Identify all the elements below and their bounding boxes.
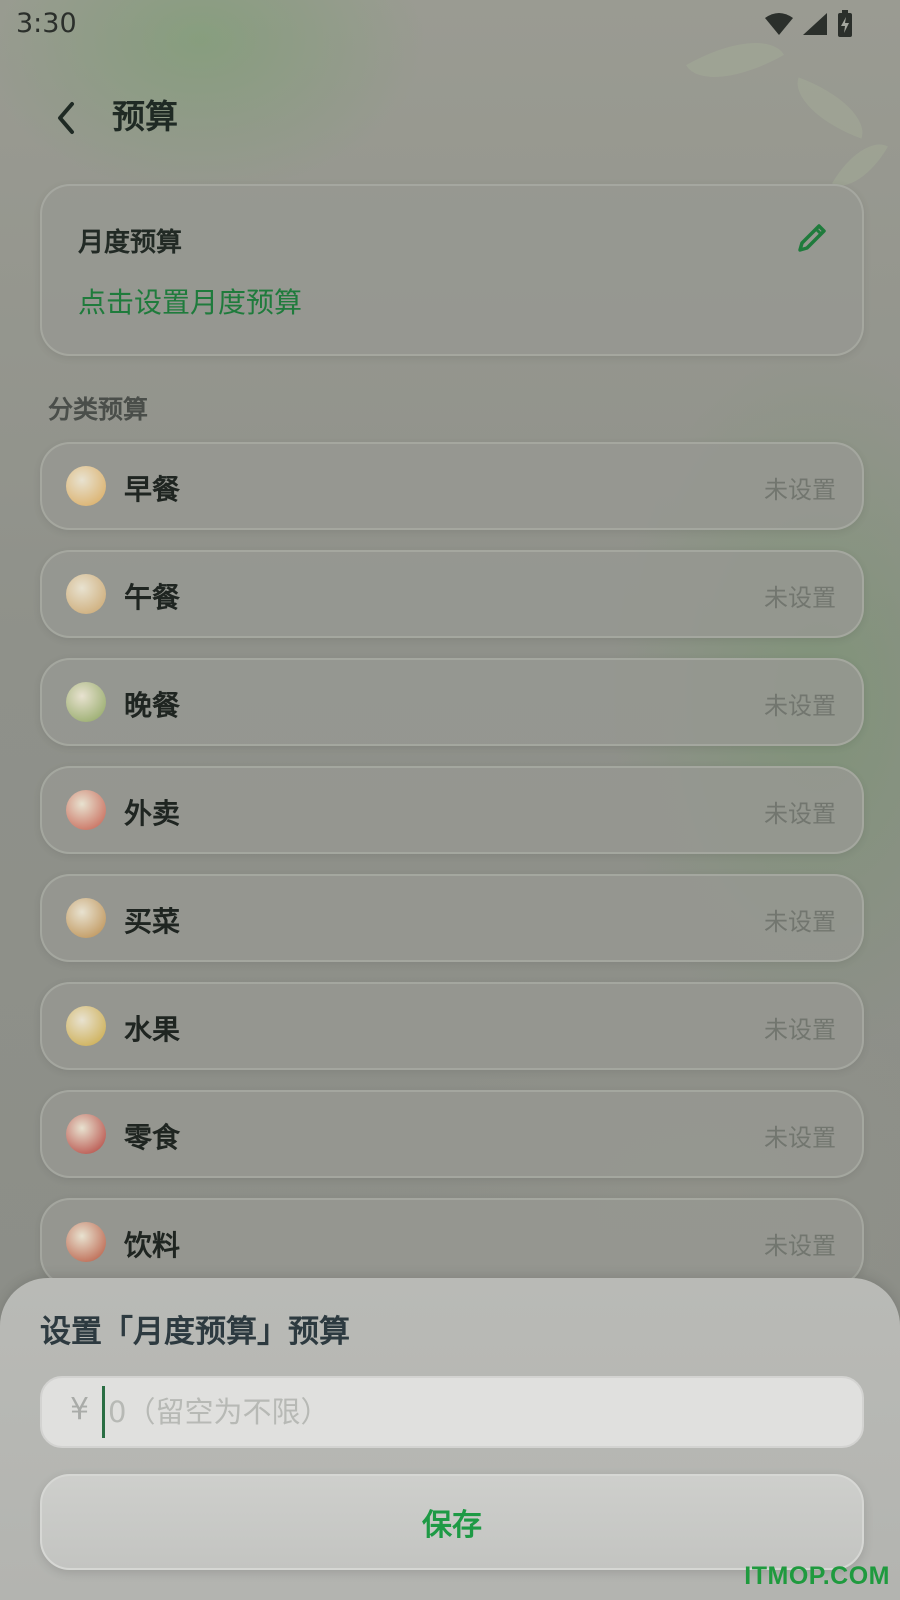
category-row[interactable]: 外卖 未设置 [40,766,864,854]
category-name: 午餐 [124,581,181,614]
category-status: 未设置 [764,800,836,828]
category-status: 未设置 [764,692,836,720]
category-name: 外卖 [124,797,181,830]
monthly-budget-title: 月度预算 [78,228,183,258]
drink-icon [66,1222,106,1262]
category-name: 饮料 [124,1229,181,1262]
chevron-left-icon [58,102,74,134]
groceries-icon [66,898,106,938]
status-bar: 3:30 [0,0,900,50]
status-time: 3:30 [16,8,77,39]
category-row[interactable]: 零食 未设置 [40,1090,864,1178]
category-status: 未设置 [764,1124,836,1152]
category-status: 未设置 [764,476,836,504]
currency-symbol: ¥ [70,1392,90,1427]
breakfast-icon [66,466,106,506]
category-status: 未设置 [764,1016,836,1044]
back-button[interactable] [46,90,86,140]
category-row[interactable]: 饮料 未设置 [40,1198,864,1286]
amount-field[interactable]: ¥ [40,1376,864,1448]
save-button[interactable]: 保存 [40,1474,864,1570]
category-row[interactable]: 水果 未设置 [40,982,864,1070]
category-name: 早餐 [124,473,181,506]
app-header: 预算 [0,80,900,150]
category-row[interactable]: 晚餐 未设置 [40,658,864,746]
page-title: 预算 [112,97,178,136]
takeout-icon [66,790,106,830]
category-row[interactable]: 买菜 未设置 [40,874,864,962]
dinner-icon [66,682,106,722]
budget-bottom-sheet: 设置「月度预算」预算 ¥ 保存 [0,1278,900,1600]
category-name: 水果 [124,1013,181,1046]
sheet-title: 设置「月度预算」预算 [40,1314,350,1350]
category-section-title: 分类预算 [48,395,149,424]
edit-button[interactable] [792,218,832,258]
category-row[interactable]: 午餐 未设置 [40,550,864,638]
watermark: ITMOP.COM [744,1562,890,1590]
category-row[interactable]: 早餐 未设置 [40,442,864,530]
status-icons [764,10,854,38]
category-status: 未设置 [764,584,836,612]
category-name: 买菜 [124,905,181,938]
lunch-icon [66,574,106,614]
save-label: 保存 [422,1508,482,1543]
snack-icon [66,1114,106,1154]
category-name: 零食 [124,1121,181,1154]
battery-icon [838,10,852,37]
fruit-icon [66,1006,106,1046]
category-status: 未设置 [764,1232,836,1260]
wifi-icon [765,13,793,35]
amount-input[interactable] [104,1378,852,1446]
pencil-icon [798,224,826,252]
signal-icon [803,13,827,35]
set-monthly-budget-link[interactable]: 点击设置月度预算 [78,281,302,321]
monthly-budget-card[interactable]: 月度预算 点击设置月度预算 [40,184,864,356]
category-name: 晚餐 [124,689,181,722]
category-status: 未设置 [764,908,836,936]
